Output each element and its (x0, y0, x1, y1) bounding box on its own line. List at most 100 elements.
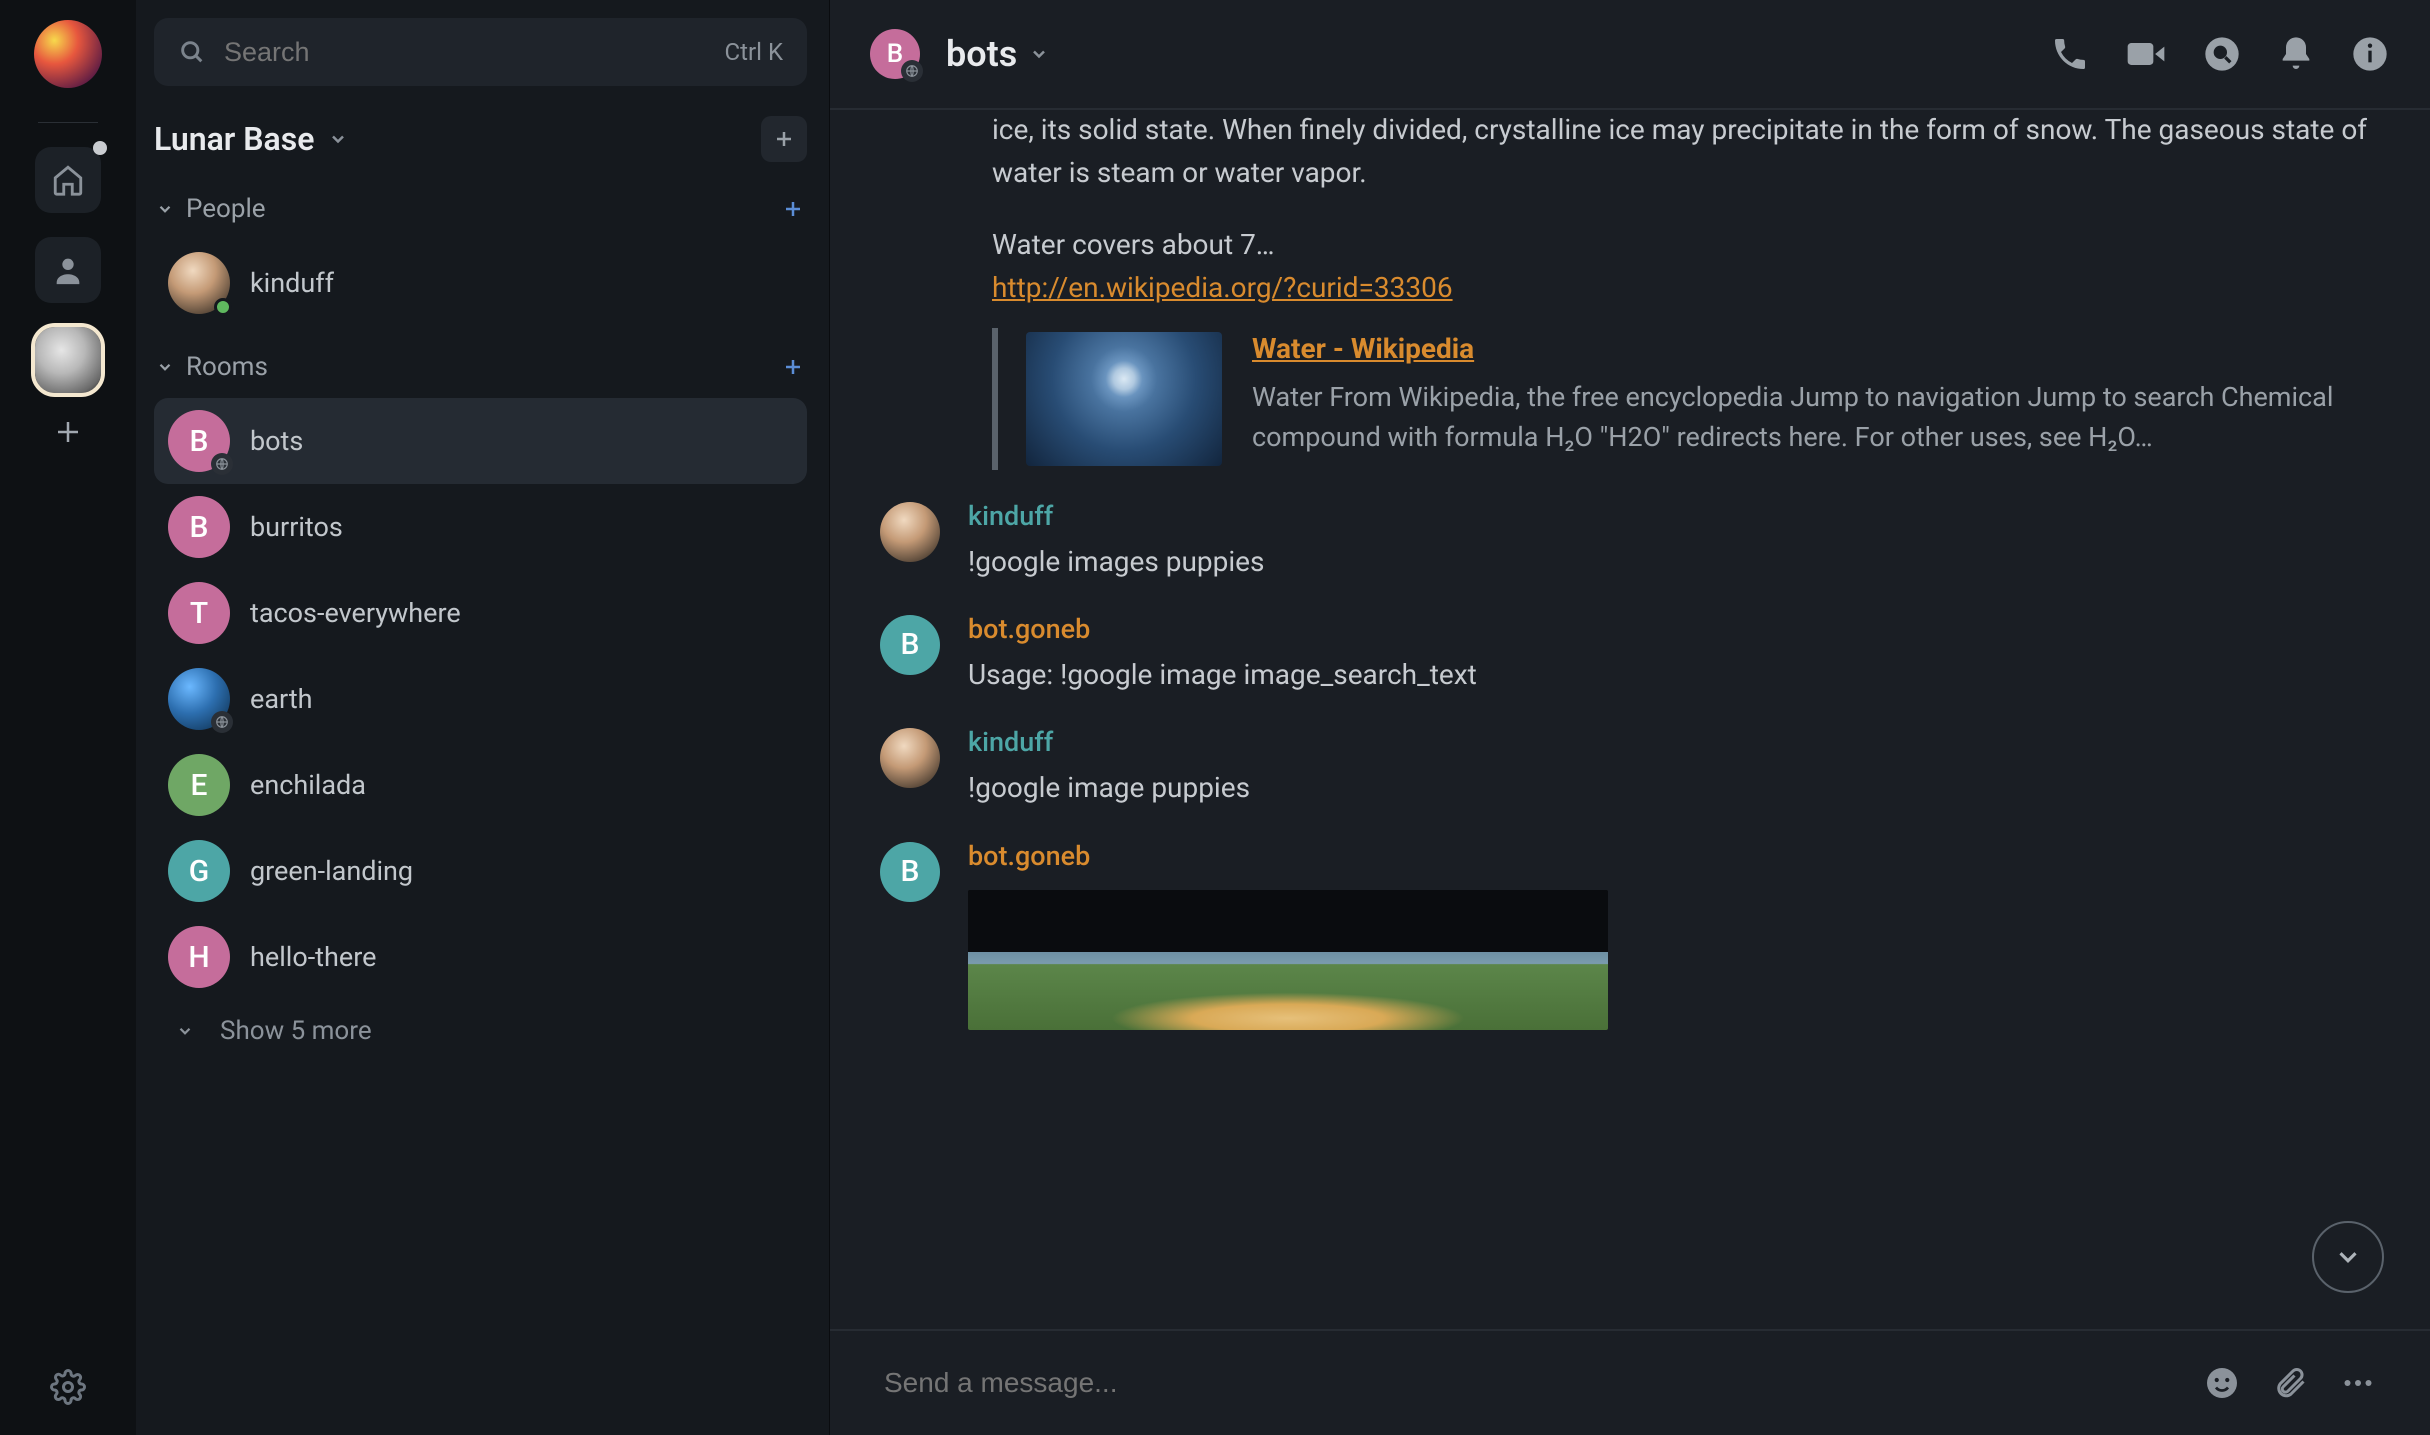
scroll-to-bottom-button[interactable] (2312, 1221, 2384, 1293)
globe-icon (215, 715, 229, 729)
dm-name: kinduff (250, 267, 334, 299)
chevron-down-icon (2333, 1242, 2363, 1272)
search-in-room-button[interactable] (2202, 32, 2242, 76)
message: Bbot.goneb Usage: !google image image_sea… (880, 613, 2380, 696)
globe-badge (211, 711, 233, 733)
message-body: Water covers about 7… (992, 223, 2380, 266)
chevron-down-icon (156, 200, 174, 218)
message-sender[interactable]: bot.goneb (968, 613, 2380, 645)
add-person-button[interactable] (781, 197, 805, 221)
rail-add-space[interactable] (53, 417, 83, 447)
rail-home[interactable] (35, 147, 101, 213)
room-name-label: tacos-everywhere (250, 597, 461, 629)
rail-space-lunar[interactable] (35, 327, 101, 393)
message-composer (830, 1329, 2430, 1435)
space-header: Lunar Base (154, 116, 807, 162)
room-title[interactable]: bots (946, 33, 1049, 75)
phone-icon (2050, 34, 2090, 74)
space-add-button[interactable] (761, 116, 807, 162)
chevron-down-icon (328, 129, 348, 149)
message: kinduff!google image puppies (880, 726, 2380, 809)
room-name-label: hello-there (250, 941, 376, 973)
chevron-down-icon (1029, 44, 1049, 64)
rooms-label: Rooms (186, 352, 268, 382)
chevron-down-icon (156, 358, 174, 376)
room-name-label: earth (250, 683, 313, 715)
voice-call-button[interactable] (2050, 32, 2090, 76)
search-input[interactable] (224, 37, 725, 68)
globe-icon (905, 64, 919, 78)
more-icon (2340, 1365, 2376, 1401)
room-avatar[interactable]: B (870, 29, 920, 79)
rooms-section-header[interactable]: Rooms (154, 346, 807, 388)
plus-icon (781, 197, 805, 221)
emoji-button[interactable] (2204, 1365, 2240, 1401)
message-avatar[interactable] (880, 502, 940, 562)
room-item[interactable]: Hhello-there (154, 914, 807, 1000)
dm-item-kinduff[interactable]: kinduff (154, 240, 807, 326)
rooms-list: BbotsBburritosTtacos-everywhereearthEenc… (154, 398, 807, 1000)
message-sender[interactable]: kinduff (968, 500, 2380, 532)
search-icon (2202, 34, 2242, 74)
search-icon (178, 38, 206, 66)
avatar (168, 252, 230, 314)
room-item[interactable]: Eenchilada (154, 742, 807, 828)
people-label: People (186, 194, 266, 224)
message: kinduff!google images puppies (880, 500, 2380, 583)
space-name[interactable]: Lunar Base (154, 120, 348, 158)
composer-input[interactable] (884, 1367, 2176, 1399)
plus-icon (781, 355, 805, 379)
space-rail (0, 0, 136, 1435)
room-item[interactable]: Bbots (154, 398, 807, 484)
message-sender[interactable]: kinduff (968, 726, 2380, 758)
message-avatar[interactable] (880, 728, 940, 788)
image-attachment[interactable] (968, 890, 1608, 1030)
room-item[interactable]: Ttacos-everywhere (154, 570, 807, 656)
globe-badge (901, 60, 923, 82)
room-header-actions (2050, 32, 2390, 76)
room-avatar: H (168, 926, 230, 988)
room-info-button[interactable] (2350, 32, 2390, 76)
rail-people[interactable] (35, 237, 101, 303)
room-name-label: bots (250, 425, 303, 457)
add-room-button[interactable] (781, 355, 805, 379)
room-item[interactable]: earth (154, 656, 807, 742)
link-preview: Water - Wikipedia Water From Wikipedia, … (992, 328, 2380, 470)
search-bar[interactable]: Ctrl K (154, 18, 807, 86)
room-avatar-letter: B (887, 39, 903, 69)
link-preview-image[interactable] (1026, 332, 1222, 466)
message-avatar[interactable]: B (880, 615, 940, 675)
room-avatar: T (168, 582, 230, 644)
globe-icon (215, 457, 229, 471)
message-body: Usage: !google image image_search_text (968, 653, 2380, 696)
notifications-button[interactable] (2276, 32, 2316, 76)
rail-settings[interactable] (50, 1369, 86, 1405)
message-timeline[interactable]: ice, its solid state. When finely divide… (830, 110, 2430, 1329)
room-list-sidebar: Ctrl K Lunar Base People kinduff Rooms (136, 0, 830, 1435)
show-more-label: Show 5 more (220, 1016, 372, 1046)
user-avatar[interactable] (34, 20, 102, 88)
gear-icon (50, 1369, 86, 1405)
rail-home-unread-dot (93, 141, 107, 155)
message-avatar[interactable]: B (880, 842, 940, 902)
home-icon (51, 163, 85, 197)
smile-icon (2204, 1365, 2240, 1401)
message-sender[interactable]: bot.goneb (968, 840, 2380, 872)
attach-button[interactable] (2272, 1365, 2308, 1401)
room-item[interactable]: Ggreen-landing (154, 828, 807, 914)
message-link[interactable]: http://en.wikipedia.org/?curid=33306 (992, 271, 1453, 304)
link-preview-title[interactable]: Water - Wikipedia (1252, 332, 2380, 365)
room-title-label: bots (946, 33, 1017, 75)
message: Bbot.goneb (880, 840, 2380, 1030)
people-section-header[interactable]: People (154, 188, 807, 230)
bell-icon (2276, 34, 2316, 74)
globe-badge (211, 453, 233, 475)
room-item[interactable]: Bburritos (154, 484, 807, 570)
rooms-show-more[interactable]: Show 5 more (154, 1006, 807, 1056)
video-call-button[interactable] (2124, 32, 2168, 76)
main-panel: B bots ice, its solid state. When finely… (830, 0, 2430, 1435)
room-avatar (168, 668, 230, 730)
search-shortcut: Ctrl K (725, 38, 783, 66)
room-name-label: green-landing (250, 855, 413, 887)
more-button[interactable] (2340, 1365, 2376, 1401)
